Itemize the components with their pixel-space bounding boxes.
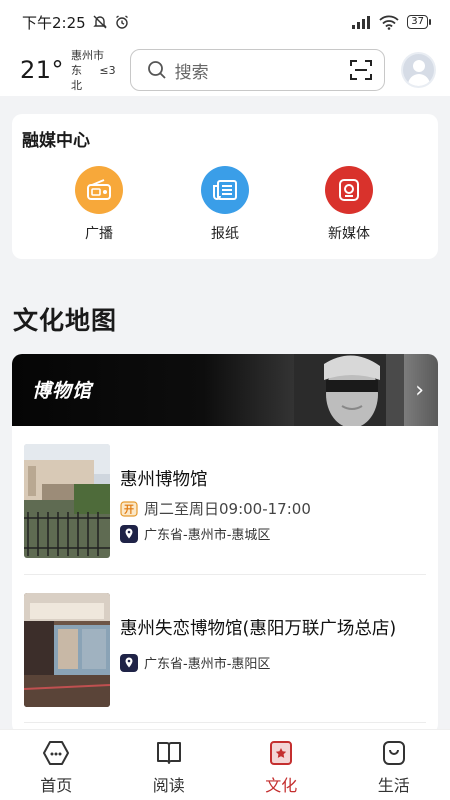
culture-map-title: 文化地图 <box>13 306 118 335</box>
tab-label: 阅读 <box>152 776 185 795</box>
list-item[interactable]: 惠州失恋博物馆(惠阳万联广场总店) 广东省-惠州市-惠阳区 <box>24 593 426 734</box>
media-item-newspaper[interactable]: 报纸 <box>185 166 265 243</box>
media-item-label: 新媒体 <box>328 226 370 242</box>
museum-address: 广东省-惠州市-惠阳区 <box>144 657 271 672</box>
newspaper-icon <box>201 166 249 214</box>
weather-details[interactable]: 惠州市 东北 ≤3 <box>71 48 116 93</box>
alarm-icon <box>115 15 128 29</box>
status-time: 下午2:25 <box>22 13 86 32</box>
signal-icon <box>352 16 371 29</box>
banner-title: 博物馆 <box>32 380 93 402</box>
media-center-card: 融媒中心 广播 报纸 新媒体 <box>12 114 438 259</box>
search-input[interactable]: 搜索 <box>129 49 386 91</box>
radio-icon <box>75 166 123 214</box>
status-bar: 下午2:25 37 <box>0 0 450 44</box>
battery-icon: 37 <box>407 15 431 29</box>
museum-hours-row: 开 周二至周日09:00-17:00 <box>120 498 311 519</box>
weather-wind-direction: 东北 <box>71 63 83 92</box>
location-pin-icon <box>120 524 138 543</box>
bottom-tab-bar: 首页 阅读 文化 生活 <box>0 729 450 800</box>
museum-address: 广东省-惠州市-惠城区 <box>144 528 271 543</box>
media-item-label: 广播 <box>85 226 113 242</box>
divider <box>24 722 426 723</box>
museum-hours: 周二至周日09:00-17:00 <box>144 500 311 518</box>
weather-temperature[interactable]: 21° <box>20 56 64 84</box>
media-item-new-media[interactable]: 新媒体 <box>309 166 389 243</box>
divider <box>24 574 426 575</box>
media-center-title: 融媒中心 <box>22 131 90 151</box>
mute-bell-icon <box>92 15 107 29</box>
scan-icon[interactable] <box>350 59 373 81</box>
life-icon <box>382 741 405 765</box>
museum-banner[interactable]: 博物馆 › <box>12 354 438 426</box>
museum-name: 惠州博物馆 <box>120 470 208 490</box>
tab-culture[interactable]: 文化 <box>225 730 338 800</box>
tab-life[interactable]: 生活 <box>338 730 450 800</box>
weather-city: 惠州市 <box>71 48 105 62</box>
svg-text:开: 开 <box>124 504 134 516</box>
avatar[interactable] <box>401 52 436 88</box>
open-hours-icon: 开 <box>120 500 138 517</box>
statue-image <box>294 354 404 426</box>
museum-name: 惠州失恋博物馆(惠阳万联广场总店) <box>120 619 397 639</box>
museum-address-row: 广东省-惠州市-惠城区 <box>120 524 270 543</box>
media-item-label: 报纸 <box>211 226 239 242</box>
museum-address-row: 广东省-惠州市-惠阳区 <box>120 653 270 672</box>
tab-label: 文化 <box>265 776 298 795</box>
museum-card: 博物馆 › 惠州博物馆 开 周二至周日09:00-17:00 广东省-惠州市-惠… <box>12 354 438 734</box>
media-item-radio[interactable]: 广播 <box>59 166 139 243</box>
search-placeholder: 搜索 <box>174 62 209 83</box>
culture-icon <box>270 741 293 765</box>
tab-label: 生活 <box>377 776 410 795</box>
museum-photo <box>24 593 110 707</box>
tab-label: 首页 <box>40 776 73 795</box>
home-icon <box>43 741 70 765</box>
tab-reading[interactable]: 阅读 <box>113 730 226 800</box>
weather-wind-level: ≤3 <box>99 63 116 77</box>
museum-photo <box>24 444 110 558</box>
location-pin-icon <box>120 653 138 672</box>
new-media-icon <box>325 166 373 214</box>
list-item[interactable]: 惠州博物馆 开 周二至周日09:00-17:00 广东省-惠州市-惠城区 <box>24 444 426 594</box>
book-icon <box>156 742 181 764</box>
chevron-right-icon: › <box>415 378 424 403</box>
search-icon <box>147 61 166 79</box>
tab-home[interactable]: 首页 <box>0 730 113 800</box>
top-header: 21° 惠州市 东北 ≤3 搜索 <box>0 44 450 96</box>
wifi-icon <box>379 15 399 30</box>
